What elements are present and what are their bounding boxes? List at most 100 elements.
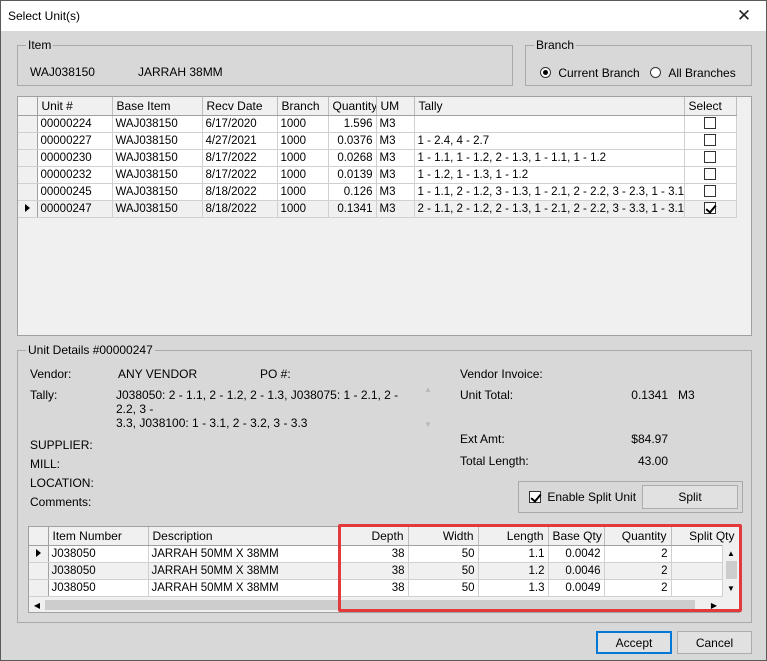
- item-number: J038050: [48, 545, 149, 563]
- branch: 1000: [277, 183, 329, 201]
- dialog-body: Item WAJ038150 JARRAH 38MM Branch Curren…: [1, 31, 766, 660]
- select-checkbox[interactable]: [704, 117, 716, 129]
- col-description[interactable]: Description: [148, 527, 339, 546]
- checkbox-checked-icon: [529, 491, 541, 503]
- ext-amt-label: Ext Amt:: [460, 432, 505, 446]
- col-select[interactable]: Select: [684, 97, 737, 116]
- row-header[interactable]: [18, 183, 38, 201]
- select-cell[interactable]: [684, 132, 737, 150]
- tally: 2 - 1.1, 2 - 1.2, 2 - 1.3, 1 - 2.1, 2 - …: [414, 200, 685, 218]
- um: M3: [376, 183, 415, 201]
- col-quantity[interactable]: Quantity: [328, 97, 377, 116]
- um: M3: [376, 149, 415, 167]
- radio-unselected-icon: [650, 67, 661, 78]
- branch: 1000: [277, 115, 329, 133]
- table-row[interactable]: 00000245 WAJ038150 8/18/2022 1000 0.126 …: [18, 183, 737, 201]
- tally: 1 - 1.2, 1 - 1.3, 1 - 1.2: [414, 166, 685, 184]
- item-description: JARRAH 38MM: [138, 65, 223, 79]
- select-cell[interactable]: [684, 183, 737, 201]
- highlight-annotation: [338, 524, 742, 612]
- row-header-corner: [29, 527, 49, 546]
- mill-label: MILL:: [30, 457, 61, 471]
- row-header[interactable]: [18, 115, 38, 133]
- quantity: 0.0376: [328, 132, 377, 150]
- branch: 1000: [277, 132, 329, 150]
- row-header[interactable]: [29, 562, 49, 580]
- description: JARRAH 50MM X 38MM: [148, 579, 339, 597]
- tally: [414, 115, 685, 133]
- enable-split-checkbox[interactable]: Enable Split Unit: [529, 490, 636, 504]
- select-cell[interactable]: [684, 149, 737, 167]
- row-header[interactable]: [29, 545, 49, 563]
- units-grid[interactable]: Unit # Base Item Recv Date Branch Quanti…: [17, 96, 752, 336]
- col-unit[interactable]: Unit #: [37, 97, 113, 116]
- total-length-label: Total Length:: [460, 454, 529, 468]
- all-branches-radio[interactable]: All Branches: [650, 66, 736, 80]
- cancel-button[interactable]: Cancel: [677, 631, 752, 654]
- tally: 1 - 2.4, 4 - 2.7: [414, 132, 685, 150]
- tally-scrollbar[interactable]: ▲ ▼: [420, 385, 436, 429]
- quantity: 1.596: [328, 115, 377, 133]
- select-checkbox-checked[interactable]: [704, 202, 716, 214]
- select-cell[interactable]: [684, 200, 737, 218]
- select-cell[interactable]: [684, 166, 737, 184]
- current-branch-radio[interactable]: Current Branch: [540, 66, 640, 80]
- select-units-dialog: Select Unit(s) ✕ Item WAJ038150 JARRAH 3…: [0, 0, 767, 661]
- supplier-label: SUPPLIER:: [30, 438, 93, 452]
- row-header[interactable]: [18, 132, 38, 150]
- vendor-value: ANY VENDOR: [118, 367, 198, 381]
- row-header[interactable]: [29, 579, 49, 597]
- unit-number: 00000224: [37, 115, 113, 133]
- recv-date: 4/27/2021: [202, 132, 278, 150]
- scroll-up-icon[interactable]: ▲: [424, 385, 432, 394]
- row-header-corner: [18, 97, 38, 116]
- quantity: 0.1341: [328, 200, 377, 218]
- base-item: WAJ038150: [112, 115, 203, 133]
- item-code: WAJ038150: [30, 65, 95, 79]
- comments-label: Comments:: [30, 495, 92, 509]
- base-item: WAJ038150: [112, 200, 203, 218]
- select-cell[interactable]: [684, 115, 737, 133]
- item-group: Item WAJ038150 JARRAH 38MM: [17, 38, 513, 86]
- table-row-current[interactable]: 00000247 WAJ038150 8/18/2022 1000 0.1341…: [18, 200, 737, 218]
- current-row-arrow-icon: [35, 548, 41, 557]
- col-tally[interactable]: Tally: [414, 97, 685, 116]
- accept-button[interactable]: Accept: [596, 631, 672, 654]
- po-label: PO #:: [260, 367, 291, 381]
- table-row[interactable]: 00000232 WAJ038150 8/17/2022 1000 0.0139…: [18, 166, 737, 184]
- unit-number: 00000230: [37, 149, 113, 167]
- select-checkbox[interactable]: [704, 185, 716, 197]
- select-checkbox[interactable]: [704, 168, 716, 180]
- window-title: Select Unit(s): [8, 9, 81, 23]
- vendor-label: Vendor:: [30, 367, 72, 381]
- quantity: 0.0268: [328, 149, 377, 167]
- radio-selected-icon: [540, 67, 551, 78]
- split-button[interactable]: Split: [642, 485, 738, 509]
- select-checkbox[interactable]: [704, 151, 716, 163]
- col-recv-date[interactable]: Recv Date: [202, 97, 278, 116]
- col-branch[interactable]: Branch: [277, 97, 329, 116]
- scroll-down-icon[interactable]: ▼: [424, 420, 432, 429]
- item-legend: Item: [28, 38, 52, 52]
- scroll-left-icon[interactable]: ◀: [31, 599, 43, 611]
- table-row[interactable]: 00000230 WAJ038150 8/17/2022 1000 0.0268…: [18, 149, 737, 167]
- select-checkbox[interactable]: [704, 134, 716, 146]
- branch: 1000: [277, 200, 329, 218]
- tally-label: Tally:: [30, 388, 58, 402]
- col-base-item[interactable]: Base Item: [112, 97, 203, 116]
- branch: 1000: [277, 149, 329, 167]
- units-table: Unit # Base Item Recv Date Branch Quanti…: [18, 97, 737, 218]
- table-row[interactable]: 00000227 WAJ038150 4/27/2021 1000 0.0376…: [18, 132, 737, 150]
- close-icon[interactable]: ✕: [722, 2, 766, 30]
- tally-text: J038050: 2 - 1.1, 2 - 1.2, 2 - 1.3, J038…: [116, 388, 416, 430]
- col-um[interactable]: UM: [376, 97, 415, 116]
- all-branches-label: All Branches: [668, 66, 736, 80]
- enable-split-label: Enable Split Unit: [547, 490, 637, 504]
- total-length-value: 43.00: [637, 454, 668, 468]
- col-item-number[interactable]: Item Number: [48, 527, 149, 546]
- row-header[interactable]: [18, 166, 38, 184]
- table-row[interactable]: 00000224 WAJ038150 6/17/2020 1000 1.596 …: [18, 115, 737, 133]
- row-header[interactable]: [18, 149, 38, 167]
- unit-number: 00000227: [37, 132, 113, 150]
- row-header[interactable]: [18, 200, 38, 218]
